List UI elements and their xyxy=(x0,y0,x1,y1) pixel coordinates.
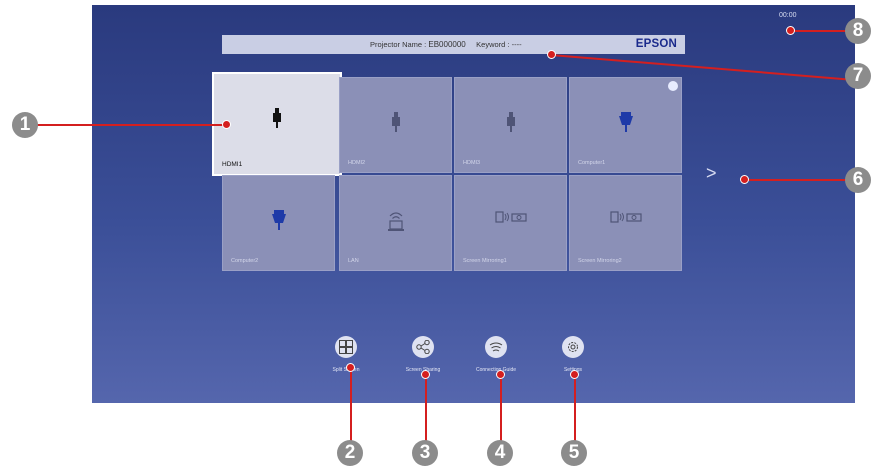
lan-icon xyxy=(387,212,404,231)
screen-sharing-button[interactable] xyxy=(412,336,434,358)
figure: 00:00 Projector Name : EB000000 Keyword … xyxy=(0,0,876,472)
gear-icon xyxy=(568,342,578,352)
source-tile-screen-mirroring1[interactable]: Screen Mirroring1 xyxy=(454,175,567,271)
mirroring-icon xyxy=(609,211,642,223)
hdmi-icon xyxy=(273,108,281,128)
hdmi-icon xyxy=(506,112,515,132)
source-tile-computer1[interactable]: Computer1 xyxy=(569,77,682,173)
callout-line-1 xyxy=(34,124,226,126)
callout-dot-2 xyxy=(346,363,355,372)
vga-icon xyxy=(618,112,633,132)
callout-dot-7 xyxy=(547,50,556,59)
source-tile-hdmi1[interactable]: HDMI1 xyxy=(212,72,342,176)
callout-line-3 xyxy=(425,374,427,445)
callout-badge-8: 8 xyxy=(845,18,871,44)
connection-guide-button[interactable] xyxy=(485,336,507,358)
callout-dot-3 xyxy=(421,370,430,379)
source-tile-computer2[interactable]: Computer2 xyxy=(222,175,335,271)
callout-dot-5 xyxy=(570,370,579,379)
callout-dot-6 xyxy=(740,175,749,184)
source-tile-hdmi2[interactable]: HDMI2 xyxy=(339,77,452,173)
hdmi-icon xyxy=(391,112,400,132)
projector-info-bar: Projector Name : EB000000 Keyword : ----… xyxy=(222,35,685,54)
source-tile-lan[interactable]: LAN xyxy=(339,175,452,271)
wifi-icon xyxy=(489,342,503,352)
keyword-value: ---- xyxy=(511,40,522,49)
home-screen: 00:00 Projector Name : EB000000 Keyword … xyxy=(92,5,855,403)
settings-button[interactable] xyxy=(562,336,584,358)
split-screen-button[interactable] xyxy=(335,336,357,358)
callout-line-2 xyxy=(350,367,352,445)
next-page-arrow[interactable]: > xyxy=(706,163,717,184)
projector-info: Projector Name : EB000000 Keyword : ---- xyxy=(370,40,522,49)
clock: 00:00 xyxy=(779,12,797,19)
projector-name: EB000000 xyxy=(428,40,466,49)
check-icon xyxy=(668,81,678,91)
callout-line-8 xyxy=(790,30,850,32)
callout-dot-1 xyxy=(222,120,231,129)
source-tile-hdmi3[interactable]: HDMI3 xyxy=(454,77,567,173)
epson-logo: EPSON xyxy=(635,38,677,50)
callout-badge-1: 1 xyxy=(12,112,38,138)
callout-dot-4 xyxy=(496,370,505,379)
source-tile-screen-mirroring2[interactable]: Screen Mirroring2 xyxy=(569,175,682,271)
mirroring-icon xyxy=(494,211,527,223)
callout-badge-2: 2 xyxy=(337,440,363,466)
callout-badge-6: 6 xyxy=(845,167,871,193)
callout-line-6 xyxy=(745,179,850,181)
share-icon xyxy=(416,340,430,354)
callout-line-4 xyxy=(500,374,502,445)
callout-badge-3: 3 xyxy=(412,440,438,466)
callout-line-5 xyxy=(574,374,576,445)
callout-dot-8 xyxy=(786,26,795,35)
callout-badge-7: 7 xyxy=(845,63,871,89)
split-screen-icon xyxy=(339,340,353,354)
callout-badge-5: 5 xyxy=(561,440,587,466)
vga-icon xyxy=(271,210,286,230)
callout-badge-4: 4 xyxy=(487,440,513,466)
